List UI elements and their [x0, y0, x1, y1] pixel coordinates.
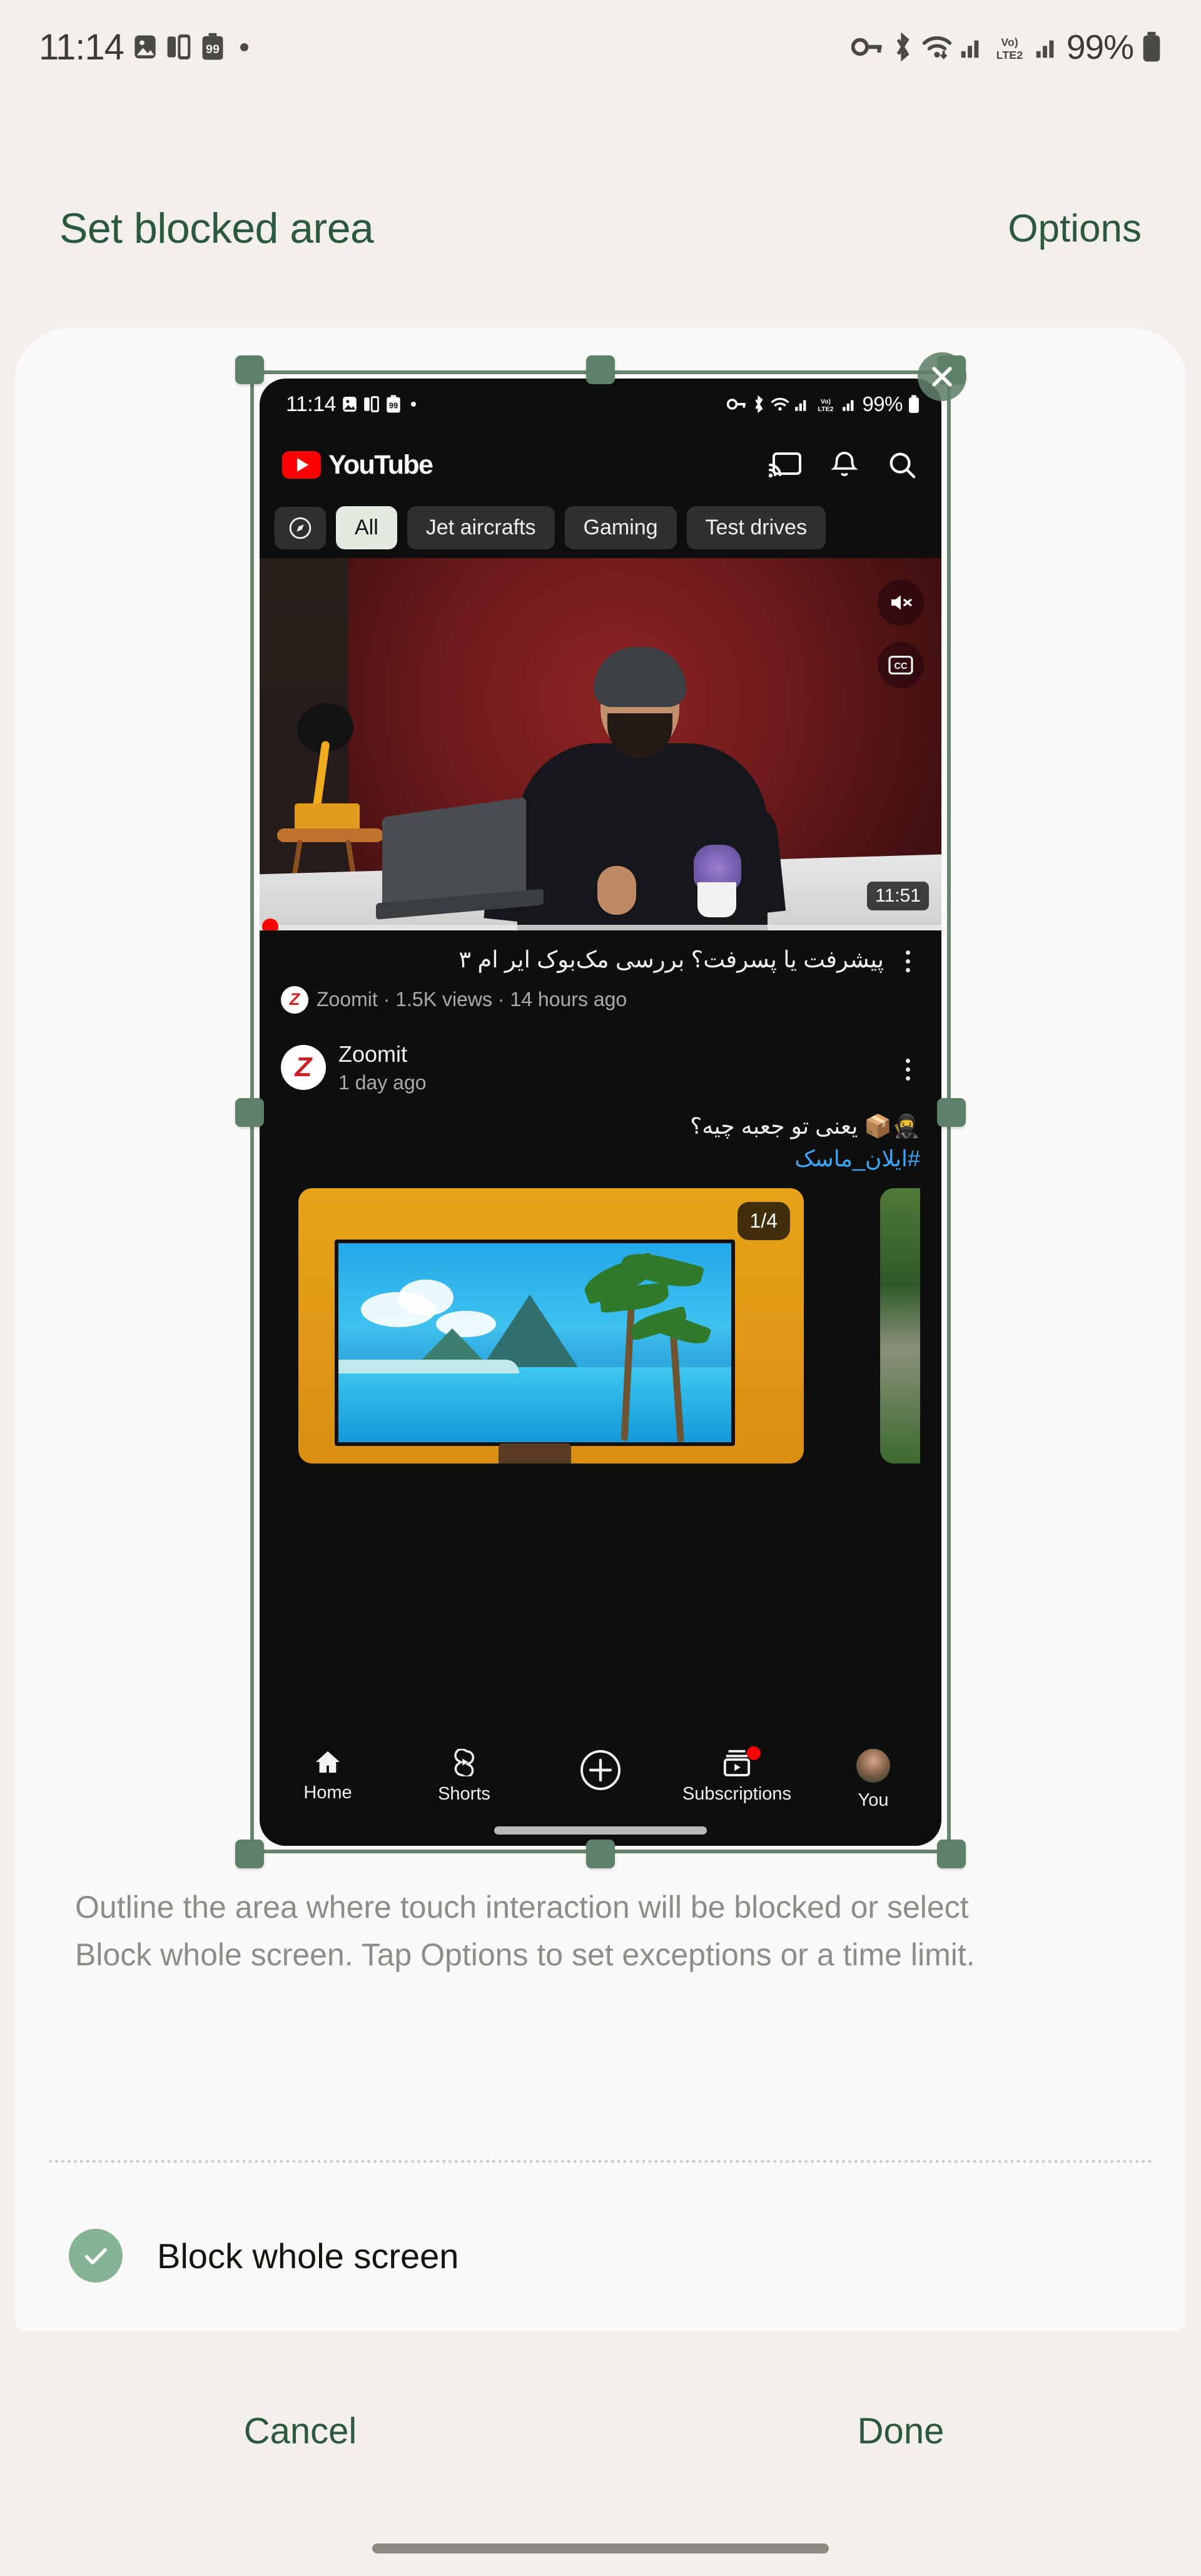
- cancel-button[interactable]: Cancel: [0, 2410, 600, 2452]
- key-icon: [851, 33, 884, 61]
- battery-icon: [1141, 31, 1162, 63]
- sheet-footer: Cancel Done: [0, 2384, 1201, 2478]
- resize-handle-middle-right[interactable]: [937, 1098, 966, 1127]
- instructions-text: Outline the area where touch interaction…: [75, 1890, 975, 1972]
- resize-handle-bottom-right[interactable]: [937, 1840, 966, 1868]
- multi-window-icon: [166, 33, 191, 61]
- page-header: Set blocked area Options: [0, 181, 1201, 275]
- svg-text:Vo): Vo): [1001, 36, 1018, 48]
- close-selection-button[interactable]: [918, 352, 966, 401]
- status-bar-left: 11:14 99: [39, 26, 248, 68]
- battery-percent-label: 99%: [1066, 28, 1134, 66]
- status-bar-right: Vo) LTE2 99%: [851, 27, 1162, 67]
- dot-indicator-icon: [240, 43, 248, 51]
- resize-handle-bottom-center[interactable]: [586, 1840, 615, 1868]
- signal-secondary-icon: [1035, 33, 1059, 61]
- section-divider: [49, 2160, 1152, 2163]
- resize-handle-middle-left[interactable]: [235, 1098, 264, 1127]
- block-whole-screen-row[interactable]: Block whole screen: [69, 2218, 882, 2293]
- resize-handle-top-center[interactable]: [586, 355, 615, 384]
- page-title: Set blocked area: [59, 205, 374, 252]
- checkmark-icon[interactable]: [69, 2229, 123, 2283]
- bluetooth-icon: [891, 33, 914, 61]
- resize-handle-bottom-left[interactable]: [235, 1840, 264, 1868]
- svg-text:LTE2: LTE2: [996, 49, 1023, 61]
- resize-handle-top-left[interactable]: [235, 355, 264, 384]
- os-status-bar: 11:14 99 Vo) LTE2 99%: [0, 0, 1201, 94]
- options-button[interactable]: Options: [1008, 206, 1142, 251]
- app-screen: 11:14 99 Vo) LTE2 99% Set blocked area O…: [0, 0, 1201, 2576]
- system-home-indicator[interactable]: [372, 2543, 829, 2553]
- signal-icon: [960, 33, 984, 61]
- volte2-icon: Vo)LTE2: [991, 32, 1028, 62]
- image-icon: [133, 33, 158, 61]
- status-bar-clock: 11:14: [39, 26, 124, 68]
- blocked-area-selection[interactable]: [235, 355, 966, 1868]
- svg-text:99: 99: [206, 43, 220, 56]
- close-icon: [932, 367, 952, 387]
- battery-badge-99-icon: 99: [200, 33, 225, 61]
- selection-border: [250, 370, 951, 1853]
- block-whole-screen-label: Block whole screen: [157, 2236, 459, 2276]
- wifi-icon: [921, 33, 953, 61]
- done-button[interactable]: Done: [600, 2410, 1201, 2452]
